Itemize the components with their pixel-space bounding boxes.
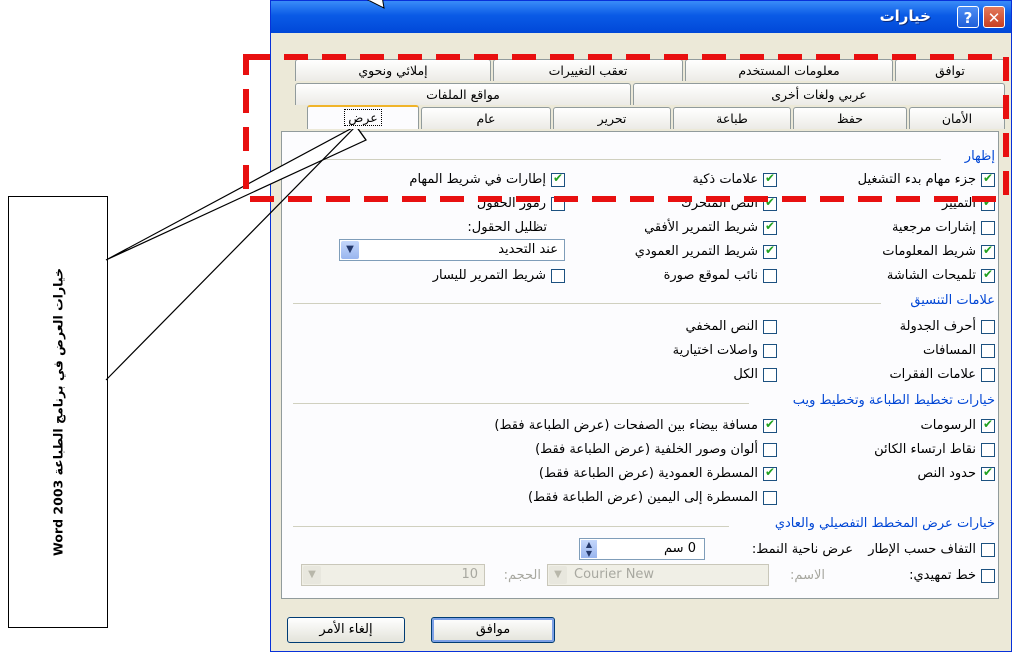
title-bar[interactable]: خيارات ? ✕ [271,1,1011,33]
checkbox-box[interactable] [981,542,995,557]
dialog-title: خيارات [879,7,931,25]
checkbox-box[interactable] [763,465,777,481]
help-button[interactable]: ? [957,6,979,28]
checkbox-box[interactable] [763,417,777,433]
checkbox-windows-in-taskbar[interactable]: إطارات في شريط المهام [409,171,565,187]
checkbox-box[interactable] [551,268,565,283]
divider [293,159,941,160]
tab-arabic-languages[interactable]: عربي ولغات أخرى [633,83,1005,105]
font-name-select[interactable]: Courier New ▼ [547,564,769,586]
divider [293,403,749,404]
cancel-button[interactable]: إلغاء الأمر [287,617,405,643]
checkbox-box[interactable] [763,195,777,211]
chevron-down-icon[interactable]: ▼ [341,241,359,259]
checkbox-box[interactable] [551,171,565,187]
style-area-input[interactable]: 0 سم ▲ ▼ [579,538,705,560]
tab-compatibility[interactable]: توافق [895,59,1005,81]
divider [293,526,729,527]
checkbox-vertical-scroll[interactable]: شريط التمرير العمودي [635,243,777,259]
tab-spelling-grammar[interactable]: إملائي ونحوي [295,59,491,81]
checkbox-picture-placeholders[interactable]: نائب لموقع صورة [664,268,777,283]
tab-general[interactable]: عام [421,107,551,129]
checkbox-draft-font[interactable]: خط تمهيدي: [909,568,995,583]
options-dialog: خيارات ? ✕ توافق معلومات المستخدم تعقب ا… [270,0,1012,652]
tab-save[interactable]: حفظ [793,107,907,129]
divider [293,303,881,304]
close-icon: ✕ [987,9,1001,27]
style-area-label: عرض ناحية النمط: [751,542,853,557]
checkbox-highlight[interactable]: التمييز [942,195,995,211]
font-size-label: الحجم: [503,568,541,583]
checkbox-box[interactable] [763,219,777,235]
checkbox-box[interactable] [763,442,777,457]
tab-track-changes[interactable]: تعقب التغييرات [493,59,683,81]
checkbox-box[interactable] [981,568,995,583]
checkbox-box[interactable] [981,367,995,382]
font-name-label: الاسم: [790,568,825,583]
checkbox-tab-characters[interactable]: أحرف الجدولة [900,319,995,334]
caption-box: خيارات العرض في برنامج الطباعة Word 2003 [8,196,108,628]
checkbox-bookmarks[interactable]: إشارات مرجعية [892,220,995,235]
checkbox-right-ruler[interactable]: المسطرة إلى اليمين (عرض الطباعة فقط) [528,490,777,505]
checkbox-box[interactable] [763,367,777,382]
checkbox-box[interactable] [981,243,995,259]
checkbox-background-colors[interactable]: ألوان وصور الخلفية (عرض الطباعة فقط) [535,442,777,457]
checkbox-box[interactable] [763,243,777,259]
checkbox-box[interactable] [981,171,995,187]
ok-button[interactable]: موافق [431,617,555,643]
checkbox-smart-tags[interactable]: علامات ذكية [692,171,777,187]
checkbox-box[interactable] [763,319,777,334]
checkbox-wrap-to-window[interactable]: التفاف حسب الإطار [868,542,995,557]
checkbox-box[interactable] [763,343,777,358]
chevron-down-icon[interactable]: ▼ [303,566,321,584]
checkbox-horizontal-scroll[interactable]: شريط التمرير الأفقي [644,219,777,235]
checkbox-all-marks[interactable]: الكل [733,367,777,382]
tab-view[interactable]: عرض [307,105,419,129]
checkbox-left-scrollbar[interactable]: شريط التمرير لليسار [433,268,565,283]
checkbox-screentips[interactable]: تلميحات الشاشة [887,267,995,283]
formatting-group-title: علامات التنسيق [910,293,995,308]
checkbox-paragraph-marks[interactable]: علامات الفقرات [889,367,995,382]
checkbox-box[interactable] [981,417,995,433]
checkbox-box[interactable] [981,465,995,481]
checkbox-startup-task-pane[interactable]: جزء مهام بدء التشغيل [858,171,995,187]
checkbox-animated-text[interactable]: النص المتحرك [681,195,777,211]
checkbox-object-anchors[interactable]: نقاط ارتساء الكائن [874,442,995,457]
checkbox-hidden-text[interactable]: النص المخفي [686,319,777,334]
checkbox-vertical-ruler[interactable]: المسطرة العمودية (عرض الطباعة فقط) [539,465,777,481]
checkbox-box[interactable] [981,220,995,235]
checkbox-spaces[interactable]: المسافات [923,343,995,358]
show-group-title: إظهار [964,149,995,164]
tab-security[interactable]: الأمان [909,107,1005,129]
checkbox-box[interactable] [763,490,777,505]
checkbox-box[interactable] [551,196,565,211]
checkbox-box[interactable] [981,195,995,211]
checkbox-box[interactable] [981,319,995,334]
print-layout-group-title: خيارات تخطيط الطباعة وتخطيط ويب [792,393,995,408]
checkbox-box[interactable] [981,267,995,283]
chevron-down-icon[interactable]: ▼ [549,566,567,584]
field-shading-label: تظليل الحقول: [467,220,547,235]
checkbox-drawings[interactable]: الرسومات [920,417,995,433]
tab-print[interactable]: طباعة [673,107,791,129]
font-size-select[interactable]: 10 ▼ [301,564,485,586]
outline-group-title: خيارات عرض المخطط التفصيلي والعادي [774,516,995,531]
checkbox-box[interactable] [763,268,777,283]
tab-user-info[interactable]: معلومات المستخدم [685,59,893,81]
checkbox-box[interactable] [981,442,995,457]
checkbox-box[interactable] [763,171,777,187]
caption-text: خيارات العرض في برنامج الطباعة Word 2003 [50,268,66,556]
checkbox-text-boundaries[interactable]: حدود النص [918,465,995,481]
tab-file-locations[interactable]: مواقع الملفات [295,83,631,105]
spinner-icon[interactable]: ▲ ▼ [581,540,597,558]
close-button[interactable]: ✕ [983,6,1005,28]
checkbox-white-space[interactable]: مسافة بيضاء بين الصفحات (عرض الطباعة فقط… [494,417,777,433]
checkbox-box[interactable] [981,343,995,358]
tab-edit[interactable]: تحرير [553,107,671,129]
checkbox-status-bar[interactable]: شريط المعلومات [882,243,995,259]
field-shading-select[interactable]: عند التحديد ▼ [339,239,565,261]
checkbox-optional-hyphens[interactable]: واصلات اختيارية [673,343,777,358]
checkbox-field-codes[interactable]: رموز الحقول [477,196,565,211]
